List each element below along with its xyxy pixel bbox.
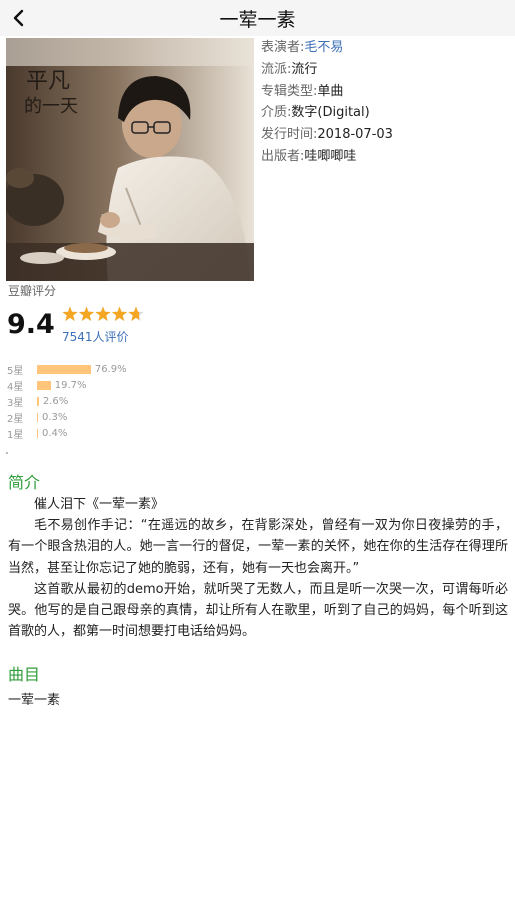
dist-row-5: 5星 76.9% (7, 361, 127, 377)
album-type-label: 专辑类型: (261, 83, 318, 99)
genre-row: 流派:流行 (261, 59, 511, 81)
dist-label: 5星 (7, 365, 24, 377)
dist-bar (37, 396, 39, 406)
dist-row-2: 2星 0.3% (7, 409, 127, 425)
dist-label: 1星 (7, 429, 24, 441)
dist-percent: 2.6% (42, 395, 69, 407)
divider-dot (6, 452, 8, 454)
release-row: 发行时间:2018-07-03 (261, 124, 511, 146)
dist-row-3: 3星 2.6% (7, 393, 127, 409)
genre-value: 流行 (291, 61, 318, 77)
performer-label: 表演者: (261, 40, 305, 55)
dist-percent: 0.3% (42, 411, 68, 423)
medium-value: 数字(Digital) (291, 105, 370, 121)
intro-paragraph: 催人泪下《一荤一素》 (34, 497, 165, 512)
vote-count-link[interactable]: 7541人评价 (62, 328, 129, 345)
star-fill (95, 306, 111, 321)
star-fill (111, 306, 128, 321)
dist-percent: 19.7% (54, 379, 87, 391)
album-info: 表演者:毛不易 流派:流行 专辑类型:单曲 介质:数字(Digital) 发行时… (261, 37, 511, 168)
dist-row-4: 4星 19.7% (7, 377, 127, 393)
tracklist-heading: 曲目 (8, 665, 41, 684)
medium-label: 介质: (261, 105, 292, 121)
dist-bar (37, 364, 91, 374)
dist-label: 3星 (7, 397, 24, 409)
svg-text:平凡: 平凡 (26, 69, 70, 94)
dist-label: 2星 (7, 413, 24, 425)
intro-text: 催人泪下《一荤一素》 毛不易创作手记：“在遥远的故乡，在背影深处，曾经有一双为你… (8, 494, 508, 642)
top-bar: 一荤一素 (0, 0, 515, 36)
album-cover[interactable]: 平凡 的一天 (6, 38, 254, 281)
dist-percent: 0.4% (42, 427, 68, 439)
dist-bar (37, 412, 38, 422)
rating-distribution: 5星 76.9% 4星 19.7% 3星 2.6% 2星 0.3% 1星 0.4… (7, 361, 127, 441)
publisher-row: 出版者:哇唧唧哇 (261, 146, 511, 168)
rating-score: 9.4 (7, 309, 55, 340)
dist-percent: 76.9% (94, 363, 127, 375)
album-cover-image: 平凡 的一天 (6, 38, 254, 281)
genre-label: 流派: (261, 61, 292, 77)
album-type-row: 专辑类型:单曲 (261, 81, 511, 103)
release-label: 发行时间: (261, 127, 318, 143)
intro-paragraph: 这首歌从最初的demo开始，就听哭了无数人，而且是听一次哭一次，可谓每听必哭。他… (8, 581, 508, 640)
publisher-value: 哇唧唧哇 (304, 148, 357, 164)
dist-row-1: 1星 0.4% (7, 425, 127, 441)
publisher-label: 出版者: (261, 148, 305, 164)
dist-label: 4星 (7, 381, 24, 393)
intro-heading: 简介 (8, 473, 41, 492)
medium-row: 介质:数字(Digital) (261, 102, 511, 124)
star-fill (62, 306, 78, 321)
douban-rating-label: 豆瓣评分 (8, 284, 57, 298)
dist-bar (37, 380, 51, 390)
release-value: 2018-07-03 (317, 127, 393, 143)
performer-link[interactable]: 毛不易 (304, 40, 343, 55)
performer-row: 表演者:毛不易 (261, 37, 511, 59)
page-title: 一荤一素 (219, 9, 296, 31)
star-fill (78, 306, 95, 321)
album-type-value: 单曲 (317, 83, 344, 99)
intro-paragraph: 毛不易创作手记：“在遥远的故乡，在背影深处，曾经有一双为你日夜操劳的手，有一个眼… (8, 518, 508, 576)
track-item[interactable]: 一荤一素 (8, 689, 60, 708)
dist-bar (37, 428, 38, 438)
rating-stars (62, 305, 144, 325)
svg-text:的一天: 的一天 (24, 96, 78, 117)
star-rating-icon (62, 306, 144, 321)
